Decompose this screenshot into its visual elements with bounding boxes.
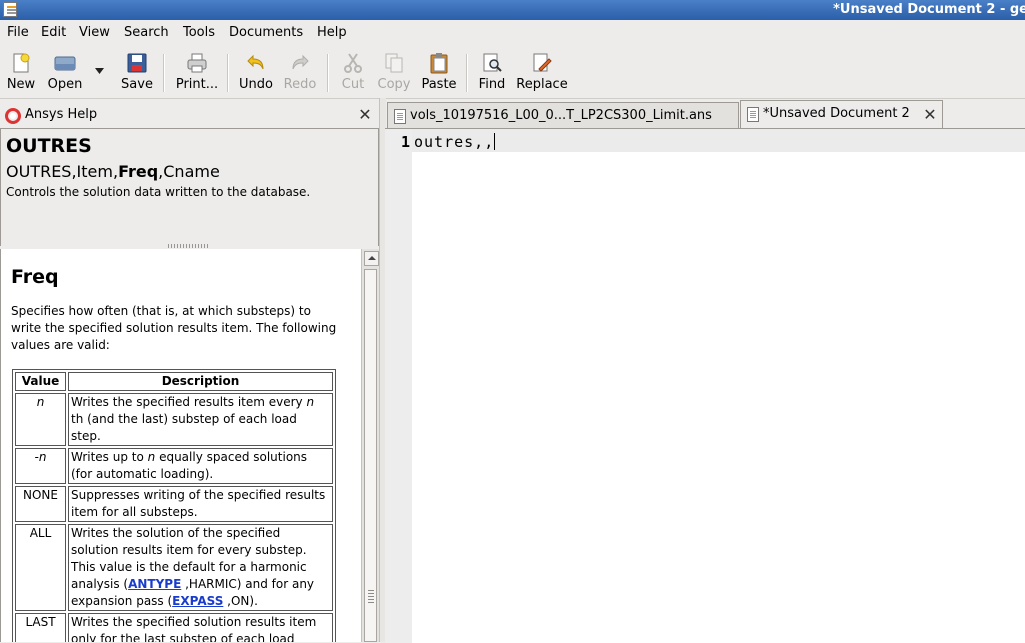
scrollbar-thumb[interactable] xyxy=(364,269,377,642)
gedit-app-icon[interactable] xyxy=(3,2,17,17)
antype-link[interactable]: ANTYPE xyxy=(128,577,181,591)
toolbar-separator xyxy=(327,54,328,92)
replace-button[interactable]: Replace xyxy=(512,52,572,94)
help-section-paragraph: Specifies how often (that is, at which s… xyxy=(11,304,337,352)
help-command-summary: Controls the solution data written to th… xyxy=(6,185,311,199)
text-document-icon xyxy=(747,107,759,122)
help-command-name: OUTRES xyxy=(6,135,92,157)
table-row: -n Writes up to n equally spaced solutio… xyxy=(15,448,333,484)
close-tab-icon[interactable]: ✕ xyxy=(923,107,937,123)
menu-view[interactable]: View xyxy=(79,25,110,40)
copy-icon xyxy=(385,53,403,73)
help-content: Freq Specifies how often (that is, at wh… xyxy=(0,249,361,642)
table-cell-description: Writes the solution of the specified sol… xyxy=(68,524,333,611)
table-row: ALL Writes the solution of the specified… xyxy=(15,524,333,611)
printer-icon xyxy=(187,53,207,73)
editor-text-line[interactable]: outres,, xyxy=(414,133,496,151)
menu-file[interactable]: File xyxy=(7,25,29,40)
lifebuoy-help-icon xyxy=(5,108,21,124)
pane-resize-grip[interactable] xyxy=(168,244,208,248)
open-button[interactable]: Open xyxy=(41,52,89,94)
table-cell-description: Suppresses writing of the specified resu… xyxy=(68,486,333,522)
menu-edit[interactable]: Edit xyxy=(41,25,66,40)
redo-button[interactable]: Redo xyxy=(276,52,324,94)
paste-button[interactable]: Paste xyxy=(415,52,463,94)
undo-arrow-icon xyxy=(247,54,264,70)
tab-label: *Unsaved Document 2 xyxy=(763,106,910,121)
clipboard-paste-icon xyxy=(430,53,448,74)
help-pane-header: Ansys Help ✕ xyxy=(0,103,379,127)
table-cell-description: Writes up to n equally spaced solutions … xyxy=(68,448,333,484)
help-vertical-scrollbar[interactable] xyxy=(361,249,379,642)
close-help-pane-icon[interactable]: ✕ xyxy=(358,107,372,123)
tab-unsaved-document-2[interactable]: *Unsaved Document 2 ✕ xyxy=(740,100,943,128)
open-dropdown-arrow-icon[interactable] xyxy=(95,68,104,74)
toolbar-separator xyxy=(163,54,164,92)
line-number-gutter: 1 xyxy=(385,129,412,643)
table-cell-description: Writes the specified results item every … xyxy=(68,393,333,446)
save-button[interactable]: Save xyxy=(113,52,161,94)
tab-vols-document[interactable]: vols_10197516_L00_0...T_LP2CS300_Limit.a… xyxy=(387,102,739,128)
tab-label: vols_10197516_L00_0...T_LP2CS300_Limit.a… xyxy=(410,108,712,123)
table-header-description: Description xyxy=(68,372,333,391)
find-button[interactable]: Find xyxy=(468,52,516,94)
new-document-icon xyxy=(13,53,30,73)
menu-help[interactable]: Help xyxy=(317,25,347,40)
values-table: Value Description n Writes the specified… xyxy=(12,369,336,642)
title-bar: *Unsaved Document 2 - ge xyxy=(0,0,1025,20)
scissors-icon xyxy=(344,53,362,73)
table-cell-value: NONE xyxy=(15,486,66,522)
help-pane-title: Ansys Help xyxy=(25,107,98,122)
help-summary-panel: OUTRES OUTRES,Item,Freq,Cname Controls t… xyxy=(0,128,379,246)
find-replace-icon xyxy=(533,53,552,72)
line-number: 1 xyxy=(400,133,410,151)
table-cell-value: LAST xyxy=(15,613,66,642)
new-button[interactable]: New xyxy=(0,52,45,94)
undo-button[interactable]: Undo xyxy=(232,52,280,94)
floppy-disk-icon xyxy=(127,53,147,73)
menu-tools[interactable]: Tools xyxy=(183,25,215,40)
table-header-value: Value xyxy=(15,372,66,391)
print-button[interactable]: Print... xyxy=(173,52,221,94)
text-cursor xyxy=(494,133,496,150)
menu-search[interactable]: Search xyxy=(124,25,169,40)
toolbar-separator xyxy=(227,54,228,92)
table-row: LAST Writes the specified solution resul… xyxy=(15,613,333,642)
window-title: *Unsaved Document 2 - ge xyxy=(833,2,1025,17)
table-cell-value: n xyxy=(15,393,66,446)
help-section-heading: Freq xyxy=(11,266,59,288)
text-editor[interactable]: 1 outres,, xyxy=(385,128,1025,643)
toolbar: New Open Save Print... Undo Redo Cut Cop… xyxy=(0,46,1025,99)
copy-button[interactable]: Copy xyxy=(370,52,418,94)
table-cell-value: -n xyxy=(15,448,66,484)
table-cell-value: ALL xyxy=(15,524,66,611)
table-cell-description: Writes the specified solution results it… xyxy=(68,613,333,642)
text-document-icon xyxy=(394,109,406,124)
table-row: n Writes the specified results item ever… xyxy=(15,393,333,446)
help-command-syntax: OUTRES,Item,Freq,Cname xyxy=(6,162,220,181)
open-folder-icon xyxy=(54,56,76,71)
find-magnifier-icon xyxy=(483,53,502,72)
expass-link[interactable]: EXPASS xyxy=(172,594,223,608)
menu-bar: File Edit View Search Tools Documents He… xyxy=(0,22,1025,44)
table-row: NONE Suppresses writing of the specified… xyxy=(15,486,333,522)
table-header-row: Value Description xyxy=(15,372,333,391)
menu-documents[interactable]: Documents xyxy=(229,25,303,40)
current-line-highlight xyxy=(412,129,1025,152)
redo-arrow-icon xyxy=(292,54,309,70)
scroll-up-arrow-icon[interactable] xyxy=(364,251,379,266)
toolbar-separator xyxy=(466,54,467,92)
